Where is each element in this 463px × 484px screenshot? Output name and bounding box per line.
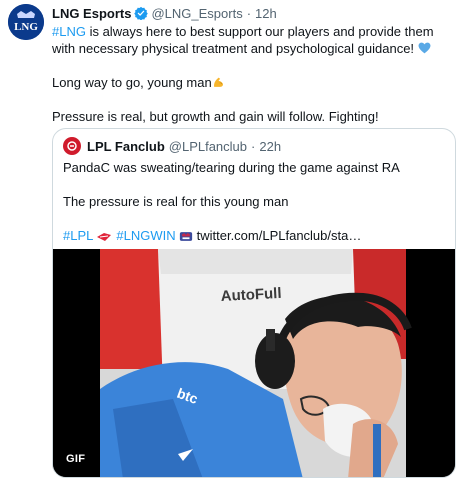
separator-dot: · — [246, 5, 252, 21]
quoted-tweet-header: LPL Fanclub @LPLfanclub · 22h — [63, 137, 281, 155]
quoted-timestamp: 22h — [259, 138, 282, 154]
author-name[interactable]: LNG Esports — [52, 6, 131, 21]
hashtag-link[interactable]: #LNG — [52, 24, 86, 39]
quoted-text-line1: PandaC was sweating/tearing during the g… — [63, 160, 400, 175]
gif-media[interactable]: AutoFull btc GIF — [53, 249, 455, 477]
tweet-header: LNG Esports @LNG_Esports · 12h — [52, 4, 277, 22]
quoted-text-line2: The pressure is real for this young man — [63, 194, 289, 209]
lng-hashflag-icon — [179, 232, 192, 241]
quoted-author-avatar — [63, 137, 81, 155]
chair-brand-text: AutoFull — [220, 285, 282, 305]
lpl-hashflag-icon — [97, 232, 112, 241]
lpl-logo-icon — [67, 141, 77, 151]
quoted-tweet[interactable]: LPL Fanclub @LPLfanclub · 22h PandaC was… — [52, 128, 456, 478]
quoted-author-handle: @LPLfanclub — [168, 138, 248, 154]
tweet[interactable]: LNG LNG Esports @LNG_Esports · 12h #LNG … — [0, 0, 463, 484]
verified-badge-icon — [134, 6, 149, 20]
quoted-link[interactable]: twitter.com/LPLfanclub/sta… — [197, 228, 362, 243]
hashtag-lngwin[interactable]: #LNGWIN — [116, 228, 175, 243]
tweet-text-line2: Long way to go, young man — [52, 75, 212, 90]
lng-logo-icon: LNG — [8, 4, 44, 40]
author-handle[interactable]: @LNG_Esports — [151, 6, 242, 21]
flexed-biceps-icon — [213, 77, 223, 87]
gif-frame-image: AutoFull btc — [53, 249, 455, 477]
quoted-tweet-text: PandaC was sweating/tearing during the g… — [63, 159, 443, 244]
hashtag-lpl[interactable]: #LPL — [63, 228, 93, 243]
author-avatar[interactable]: LNG — [8, 4, 44, 40]
tweet-timestamp[interactable]: 12h — [255, 6, 277, 21]
svg-text:LNG: LNG — [14, 21, 38, 33]
tweet-text-line3: Pressure is real, but growth and gain wi… — [52, 109, 379, 124]
blue-heart-icon — [418, 42, 431, 54]
tweet-text-line1: is always here to best support our playe… — [52, 24, 434, 56]
separator-dot: · — [251, 138, 256, 154]
quoted-author-name: LPL Fanclub — [87, 138, 165, 154]
tweet-text: #LNG is always here to best support our … — [52, 23, 454, 125]
gif-badge: GIF — [61, 451, 91, 467]
